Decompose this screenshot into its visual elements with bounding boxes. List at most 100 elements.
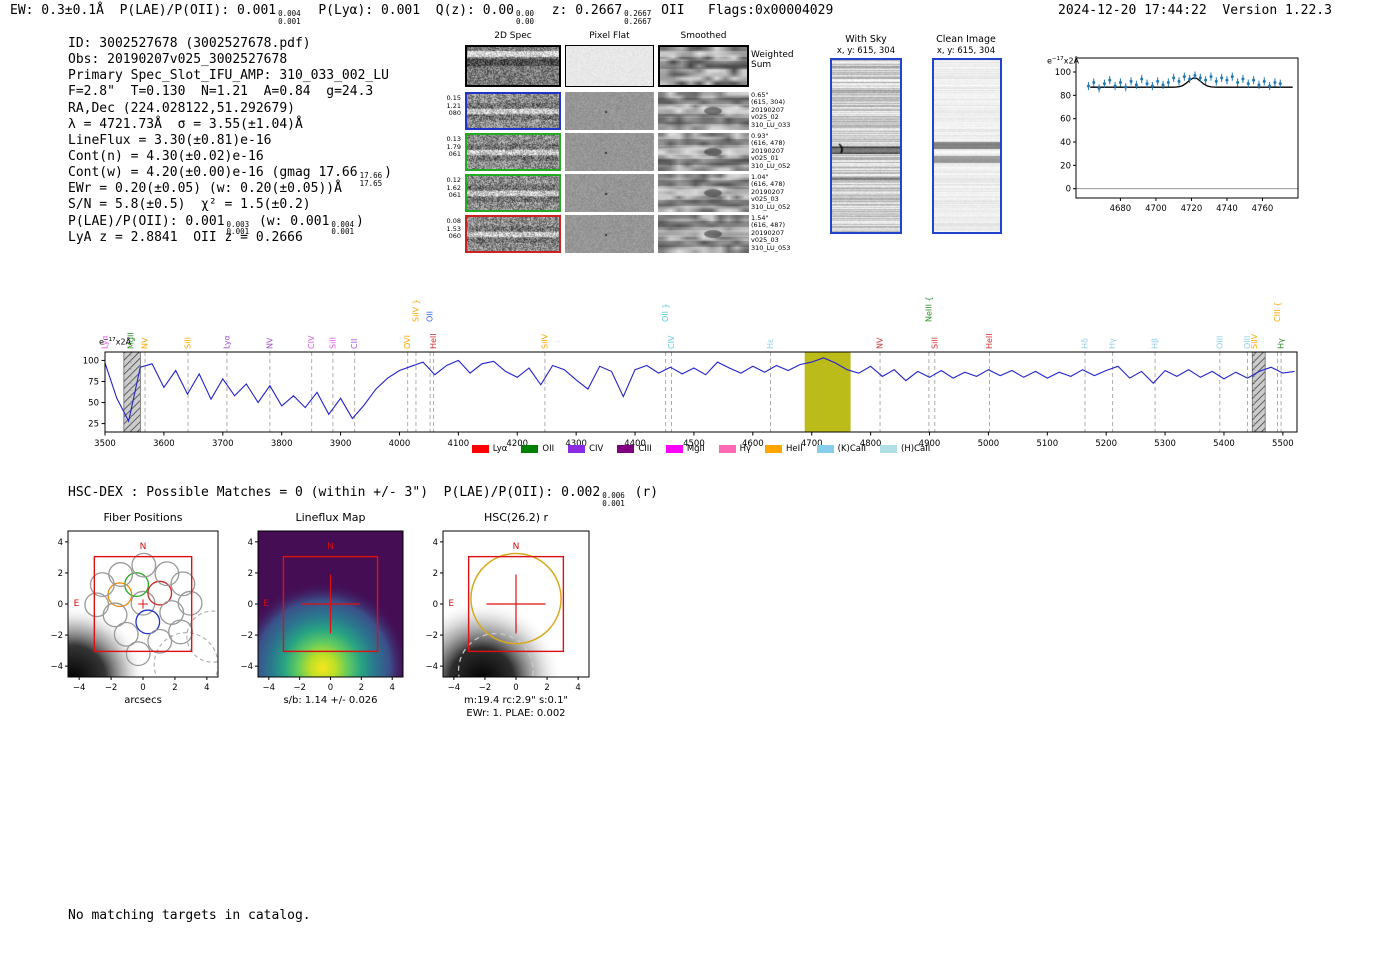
legend-label: MgII	[687, 444, 705, 454]
y-tick-label: 2	[58, 569, 63, 579]
legend-label: (K)CaII	[838, 444, 866, 454]
y-tick-label: −2	[425, 631, 438, 641]
data-point	[1241, 78, 1244, 81]
cutout-cell	[658, 133, 749, 171]
x-tick-label: 4720	[1181, 204, 1203, 214]
spectrum-units-label: e−17x2Å	[99, 337, 131, 347]
text-segment: P(Lyα): 0.001 Q(z): 0.00	[303, 3, 514, 18]
emission-line-label: CIII {	[1273, 302, 1282, 322]
legend-item: (K)CaII	[817, 444, 866, 454]
with-sky-image	[830, 58, 902, 234]
north-label: N	[327, 542, 334, 552]
clean-image	[932, 58, 1002, 234]
emission-line-label: SiII	[930, 337, 939, 349]
data-point	[1103, 82, 1106, 85]
hsc-xlabel2: EWr: 1. PLAE: 0.002	[426, 708, 606, 719]
info-line: EWr = 0.20(±0.05) (w: 0.20(±0.05))Å	[68, 181, 392, 197]
y-tick-label: 80	[1060, 91, 1071, 101]
legend-item: (H)CaII	[880, 444, 930, 454]
emission-line-label: CIV	[667, 335, 676, 349]
legend-swatch	[880, 445, 897, 453]
uncertainty-lo: 0.001	[331, 228, 354, 236]
ifu-strip-image	[832, 60, 900, 232]
x-tick-label: 4	[389, 683, 394, 693]
noise-image	[467, 135, 559, 169]
y-tick-label: 4	[248, 538, 253, 548]
text-segment: Cont(n) = 4.30(±0.02)e-16	[68, 149, 264, 164]
cutout-cell	[565, 45, 654, 87]
emission-line-label: HeII	[985, 333, 994, 349]
legend-item: HeII	[765, 444, 803, 454]
masked-band	[124, 352, 140, 432]
spectrum-svg: LyαMgIINVSiIILyαNVCIVSiIICIIOVISiIV }OII…	[60, 268, 1310, 468]
emission-line-label: NV	[265, 337, 274, 349]
info-line: LineFlux = 3.30(±0.81)e-16	[68, 133, 392, 149]
panel-content: NE	[419, 528, 597, 700]
stacked-uncertainty: 0.0040.001	[331, 221, 354, 236]
emission-line-label: NeIII {	[924, 296, 933, 322]
cutout-cell	[658, 45, 749, 87]
data-point	[1092, 81, 1095, 84]
legend-item: MgII	[666, 444, 705, 454]
legend-swatch	[765, 445, 782, 453]
cutout-cell	[465, 174, 561, 212]
fiber-positions-title: Fiber Positions	[68, 511, 218, 524]
emission-line-label: NV	[141, 337, 150, 349]
elixer-report-page: EW: 0.3±0.1Å P(LAE)/P(OII): 0.0010.0040.…	[0, 0, 1400, 953]
stacked-uncertainty: 0.0060.001	[602, 492, 625, 507]
cutout-col-header: Smoothed	[658, 31, 749, 41]
data-point	[1215, 80, 1218, 83]
emission-line-label: Hε	[766, 339, 775, 349]
clean-image-title: Clean Image	[928, 34, 1004, 45]
east-label: E	[263, 599, 269, 609]
legend-swatch	[568, 445, 585, 453]
lineflux-map-panel: NE−4−4−2−2002244	[234, 528, 411, 700]
emission-line-label: CII	[350, 339, 359, 349]
units-suffix: x2Å	[1064, 57, 1079, 66]
hscPanel-svg: NE−4−4−2−2002244	[419, 528, 597, 700]
smoothed-image	[658, 133, 749, 171]
text-segment: (r)	[627, 485, 658, 500]
emission-line-label: Hδ	[1080, 338, 1089, 349]
legend-label: Hγ	[740, 444, 751, 454]
hsc-xlabel: m:19.4 rc:2.9" s:0.1"	[426, 695, 606, 706]
highlight-band	[805, 352, 851, 432]
noise-image	[565, 133, 654, 171]
y-tick-label: 2	[433, 569, 438, 579]
cutout-cell	[658, 215, 749, 253]
x-tick-label: 4	[204, 683, 209, 693]
cutout-row-left-labels: 0.121.62061	[439, 177, 461, 200]
cutout-cell	[565, 215, 654, 253]
mini-chart-units-label: e−17x2Å	[1047, 56, 1079, 66]
fiber-positions-panel: NE−4−4−2−2002244	[44, 528, 226, 700]
data-point	[1140, 78, 1143, 81]
panel-content: NE	[44, 528, 226, 700]
data-point	[1172, 76, 1175, 79]
annotation-line: 310_LU_053	[751, 245, 799, 252]
info-line: Primary Spec_Slot_IFU_AMP: 310_033_002_L…	[68, 68, 392, 84]
data-point	[1124, 86, 1127, 89]
data-point	[1146, 82, 1149, 85]
emission-line-label: Hγ	[1108, 338, 1117, 349]
smoothed-image	[660, 47, 747, 85]
data-point	[1108, 79, 1111, 82]
cutout-cell	[658, 174, 749, 212]
text-segment: F=2.8" T=0.130 N=1.21 A=0.84 g=24.3	[68, 84, 373, 99]
y-tick-label: 0	[1066, 185, 1071, 195]
header-summary-line: EW: 0.3±0.1Å P(LAE)/P(OII): 0.0010.0040.…	[10, 3, 833, 25]
data-point	[1162, 83, 1165, 86]
text-segment: )	[384, 165, 392, 180]
data-point	[1087, 85, 1090, 88]
x-tick-label: 0	[513, 683, 518, 693]
cutout-row-annotation: 0.93"(616, 478)20190207v025_01310_LU_052	[751, 133, 799, 170]
with-sky-title: With Sky	[828, 34, 904, 45]
y-tick-label: 40	[1060, 138, 1071, 148]
info-line: F=2.8" T=0.130 N=1.21 A=0.84 g=24.3	[68, 84, 392, 100]
legend-label: (H)CaII	[901, 444, 930, 454]
text-segment: )	[356, 214, 364, 229]
text-segment: OII Flags:0x00004029	[653, 3, 833, 18]
noise-image	[565, 92, 654, 130]
legend-swatch	[617, 445, 634, 453]
info-line: Cont(n) = 4.30(±0.02)e-16	[68, 149, 392, 165]
report-datetime: 2024-12-20 17:44:22	[1058, 3, 1207, 18]
